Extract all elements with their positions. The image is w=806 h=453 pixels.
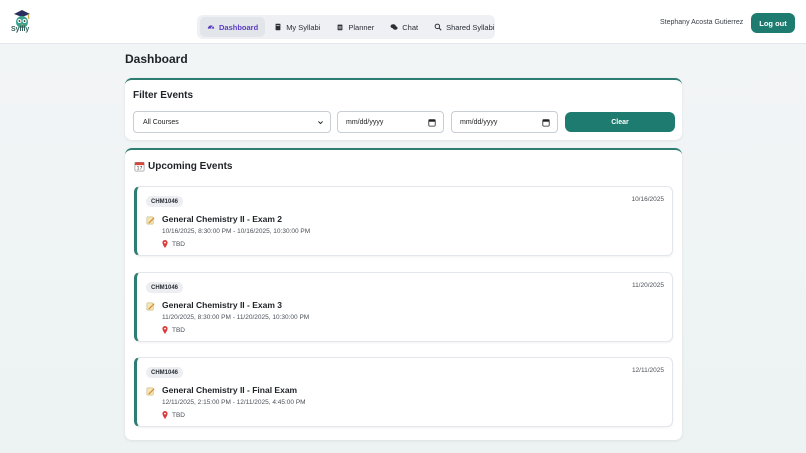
nav-my-syllabi-label: My Syllabi [286, 22, 321, 32]
pin-icon [162, 240, 168, 248]
nav-planner-label: Planner [348, 22, 375, 32]
nav-shared-syllabi-label: Shared Syllabi [446, 22, 495, 32]
event-title: General Chemistry II - Final Exam [162, 385, 298, 395]
event-location-text: TBD [172, 411, 185, 419]
event-card[interactable]: CHM1046 10/16/2025 General Chemistry II … [134, 186, 673, 256]
logout-button[interactable]: Log out [751, 13, 795, 33]
event-date: 10/16/2025 [631, 196, 664, 203]
nav-dashboard-label: Dashboard [219, 22, 259, 32]
end-date-input[interactable]: mm/dd/yyyy [451, 111, 558, 133]
nav-shared-syllabi[interactable]: Shared Syllabi [427, 17, 501, 37]
nav-my-syllabi[interactable]: My Syllabi [267, 17, 327, 37]
event-time: 11/20/2025, 8:30:00 PM - 11/20/2025, 10:… [162, 314, 310, 321]
upcoming-events-card: 17 Upcoming Events CHM1046 10/16/2025 Ge… [125, 148, 682, 440]
pin-icon [162, 326, 168, 334]
page-title: Dashboard [125, 52, 188, 66]
memo-icon [146, 302, 155, 311]
memo-icon [146, 216, 155, 225]
event-time: 10/16/2025, 8:30:00 PM - 10/16/2025, 10:… [162, 228, 311, 235]
course-badge: CHM1046 [146, 367, 184, 378]
nav-dashboard[interactable]: Dashboard [200, 17, 266, 37]
book-icon [275, 23, 281, 31]
end-date-placeholder: mm/dd/yyyy [460, 118, 498, 126]
event-title: General Chemistry II - Exam 3 [162, 300, 282, 310]
filter-events-card: Filter Events All Courses mm/dd/yyyy mm/… [125, 78, 682, 140]
top-header: Syllly Dashboard My Syllabi Planner Chat… [0, 0, 806, 44]
course-badge: CHM1046 [146, 196, 184, 207]
chat-icon [390, 24, 398, 30]
event-time: 12/11/2025, 2:15:00 PM - 12/11/2025, 4:4… [162, 399, 306, 406]
upcoming-events-header: 17 Upcoming Events [134, 161, 232, 172]
nav-chat[interactable]: Chat [383, 17, 425, 37]
filter-events-title: Filter Events [133, 90, 194, 101]
svg-text:17: 17 [137, 166, 143, 172]
start-date-input[interactable]: mm/dd/yyyy [337, 111, 444, 133]
event-title: General Chemistry II - Exam 2 [162, 214, 282, 224]
clear-filter-button[interactable]: Clear [565, 112, 675, 132]
memo-icon [146, 387, 155, 396]
logo-text: Syllly [11, 26, 30, 33]
search-icon [434, 23, 442, 31]
upcoming-events-title: Upcoming Events [148, 161, 233, 172]
event-card[interactable]: CHM1046 11/20/2025 General Chemistry II … [134, 272, 673, 342]
owl-logo-icon [14, 10, 30, 28]
start-date-placeholder: mm/dd/yyyy [346, 118, 384, 126]
pin-icon [162, 411, 168, 419]
nav-chat-label: Chat [402, 22, 419, 32]
course-badge: CHM1046 [146, 282, 184, 293]
event-date: 11/20/2025 [631, 282, 664, 289]
event-location: TBD [162, 326, 185, 334]
calendar-icon [337, 24, 343, 31]
course-select[interactable]: All Courses [133, 111, 331, 133]
course-select-value: All Courses [143, 118, 179, 126]
main-nav: Dashboard My Syllabi Planner Chat Shared… [197, 15, 495, 39]
event-location: TBD [162, 411, 185, 419]
chevron-down-icon [318, 121, 323, 125]
event-date: 12/11/2025 [631, 367, 664, 374]
user-name: Stephany Acosta Gutierrez [660, 19, 744, 26]
calendar-emoji-icon: 17 [134, 162, 145, 172]
calendar-picker-icon[interactable] [542, 118, 550, 127]
event-location-text: TBD [172, 326, 185, 334]
calendar-picker-icon[interactable] [428, 118, 436, 127]
event-card[interactable]: CHM1046 12/11/2025 General Chemistry II … [134, 357, 673, 427]
gauge-icon [207, 25, 215, 29]
event-location: TBD [162, 240, 185, 248]
nav-planner[interactable]: Planner [329, 17, 381, 37]
event-location-text: TBD [172, 240, 185, 248]
